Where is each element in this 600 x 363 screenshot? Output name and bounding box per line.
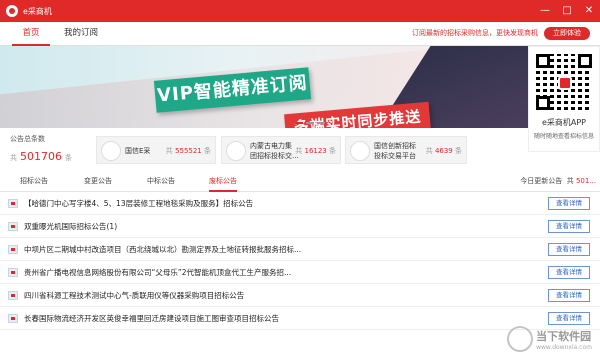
qr-subtitle: 随时随地查看招标信息 (533, 133, 594, 140)
source-logo-icon (226, 141, 246, 161)
source-count: 16123 (304, 147, 327, 155)
list-item[interactable]: 中坝片区二期城中村改造项目（西北绕城以北）勘测定界及土地征转报批服务招标... … (0, 238, 600, 261)
source-logo-icon (8, 291, 18, 300)
source-card[interactable]: 国信E采 共 555521 条 (96, 136, 216, 164)
list-item[interactable]: 四川省科源工程技术测试中心气-质联用仪等仪器采购项目招标公告 查看详情 (0, 284, 600, 307)
tab-change-notice[interactable]: 变更公告 (84, 172, 112, 192)
minimize-icon[interactable]: — (538, 0, 552, 22)
watermark: 当下软件园 www.downxia.com (507, 326, 592, 352)
source-logo-icon (101, 141, 121, 161)
stats-row: 公告总条数 共 501706 条 国信E采 共 555521 条 内蒙古电力集团… (0, 128, 528, 170)
source-card[interactable]: 国信创新招标 投标交易平台 共 4639 条 (345, 136, 467, 164)
close-icon[interactable]: ✕ (582, 0, 596, 22)
source-card[interactable]: 内蒙古电力集 团招标投标交... 共 16123 条 (221, 136, 341, 164)
qr-title: e采商机APP (541, 118, 587, 127)
unit-prefix: 共 (10, 154, 17, 162)
source-logo-icon (8, 222, 18, 231)
list-item[interactable]: 【哈德门中心写字楼4、5、13层装修工程地毯采购及服务】招标公告 查看详情 (0, 192, 600, 215)
banner-dot[interactable] (317, 122, 325, 124)
watermark-subtitle: www.downxia.com (536, 343, 592, 351)
promo-text[interactable]: 订阅最新的招标采购信息，更快发现商机 (412, 28, 538, 38)
source-logo-icon (8, 268, 18, 277)
notice-title[interactable]: 中坝片区二期城中村改造项目（西北绕城以北）勘测定界及土地征转报批服务招标... (24, 238, 301, 261)
notice-title[interactable]: 四川省科源工程技术测试中心气-质联用仪等仪器采购项目招标公告 (24, 284, 244, 307)
view-details-button[interactable]: 查看详情 (548, 289, 590, 302)
source-logo-icon (8, 199, 18, 208)
source-name: 国信E采 (125, 147, 151, 155)
watermark-title: 当下软件园 (536, 329, 592, 343)
notice-title[interactable]: 贵州省广播电视信息网络股份有限公司“父母乐”2代智能机顶盒代工生产服务招... (24, 261, 291, 284)
list-item[interactable]: 双重曝光机国际招标公告(1) 查看详情 (0, 215, 600, 238)
unit-suffix: 条 (65, 154, 72, 162)
source-logo-icon (350, 141, 370, 161)
total-label: 公告总条数 (10, 135, 45, 143)
view-details-button[interactable]: 查看详情 (548, 220, 590, 233)
qr-code (534, 52, 594, 112)
source-count: 555521 (175, 147, 202, 155)
view-details-button[interactable]: 查看详情 (548, 243, 590, 256)
source-name: 国信创新招标 投标交易平台 (374, 142, 416, 160)
today-count: 501... (575, 177, 596, 185)
source-logo-icon (8, 314, 18, 323)
source-name: 内蒙古电力集 团招标投标交... (250, 142, 299, 160)
tab-my-subscriptions[interactable]: 我的订阅 (56, 22, 106, 46)
tab-bid-notice[interactable]: 招标公告 (20, 172, 48, 192)
window-title: e采商机 (23, 6, 52, 16)
view-details-button[interactable]: 查看详情 (548, 266, 590, 279)
tab-abandoned-notice[interactable]: 废标公告 (209, 172, 237, 192)
tab-home[interactable]: 首页 (12, 22, 50, 46)
banner-dot[interactable] (295, 122, 303, 124)
maximize-icon[interactable]: □ (560, 0, 574, 22)
notice-title[interactable]: 长春国际物流经济开发区英俊幸福里回迁房建设项目施工图审查项目招标公告 (24, 307, 279, 330)
title-bar: e采商机 — □ ✕ (0, 0, 600, 22)
try-now-button[interactable]: 立即体验 (544, 27, 590, 40)
promo-banner[interactable]: VIP智能精准订阅 多端实时同步推送 (0, 46, 528, 128)
banner-dot[interactable] (306, 122, 314, 124)
source-count: 4639 (434, 147, 453, 155)
today-updates: 今日更新公告 共 501... (520, 177, 596, 185)
window-controls: — □ ✕ (538, 0, 596, 22)
view-details-button[interactable]: 查看详情 (548, 312, 590, 325)
tab-award-notice[interactable]: 中标公告 (147, 172, 175, 192)
view-details-button[interactable]: 查看详情 (548, 197, 590, 210)
source-logo-icon (8, 245, 18, 254)
app-qr-panel: e采商机APP 随时随地查看招标信息 (528, 46, 600, 152)
category-tabs: 招标公告 变更公告 中标公告 废标公告 今日更新公告 共 501... (0, 172, 600, 192)
notice-title[interactable]: 【哈德门中心写字楼4、5、13层装修工程地毯采购及服务】招标公告 (24, 192, 253, 215)
watermark-logo-icon (507, 326, 534, 352)
total-count-box: 公告总条数 共 501706 条 (10, 134, 90, 163)
notice-list: 【哈德门中心写字楼4、5、13层装修工程地毯采购及服务】招标公告 查看详情 双重… (0, 192, 600, 330)
list-item[interactable]: 贵州省广播电视信息网络股份有限公司“父母乐”2代智能机顶盒代工生产服务招... … (0, 261, 600, 284)
banner-pager[interactable] (295, 122, 325, 124)
app-logo-icon (6, 5, 18, 17)
notice-title[interactable]: 双重曝光机国际招标公告(1) (24, 215, 117, 238)
total-count: 501706 (20, 150, 62, 163)
main-nav: 首页 我的订阅 订阅最新的招标采购信息，更快发现商机 立即体验 (0, 22, 600, 46)
